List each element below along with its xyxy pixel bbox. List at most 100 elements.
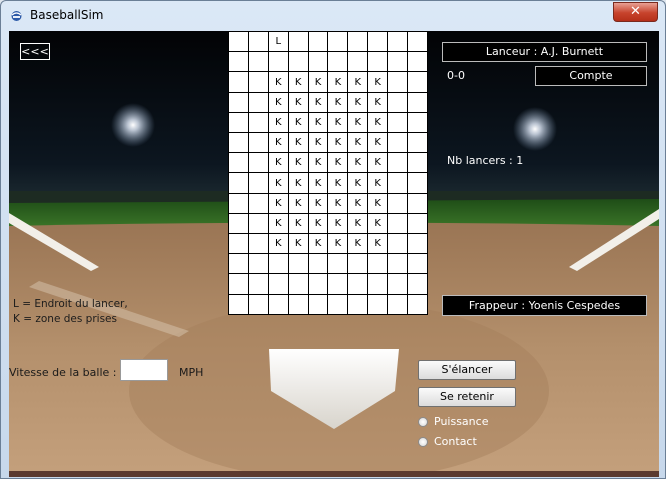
grid-cell[interactable]: K (287, 233, 309, 255)
grid-cell[interactable] (307, 253, 329, 275)
grid-cell[interactable] (407, 253, 428, 275)
grid-cell[interactable] (367, 253, 389, 275)
grid-cell[interactable] (267, 51, 289, 73)
grid-cell[interactable]: K (367, 152, 389, 174)
grid-cell[interactable] (387, 111, 409, 134)
grid-cell[interactable] (228, 51, 249, 73)
grid-cell[interactable] (228, 293, 249, 316)
grid-cell[interactable] (387, 51, 409, 73)
grid-cell[interactable] (247, 293, 269, 316)
radio-power[interactable]: Puissance (418, 415, 488, 428)
grid-cell[interactable]: K (327, 172, 349, 194)
grid-cell[interactable] (387, 192, 409, 214)
grid-cell[interactable]: K (327, 233, 349, 255)
grid-cell[interactable]: K (287, 172, 309, 194)
grid-cell[interactable] (407, 51, 428, 73)
grid-cell[interactable] (287, 253, 309, 275)
grid-cell[interactable]: K (307, 172, 329, 194)
grid-cell[interactable] (307, 31, 329, 53)
grid-cell[interactable] (247, 192, 269, 214)
radio-power-circle[interactable] (418, 416, 428, 427)
grid-cell[interactable]: K (367, 233, 389, 255)
grid-cell[interactable] (407, 273, 428, 295)
grid-cell[interactable] (327, 293, 349, 316)
grid-cell[interactable] (407, 152, 428, 174)
grid-cell[interactable] (387, 293, 409, 316)
grid-cell[interactable]: K (367, 91, 389, 113)
grid-cell[interactable]: K (347, 152, 369, 174)
grid-cell[interactable] (228, 132, 249, 154)
grid-cell[interactable]: K (347, 172, 369, 194)
grid-cell[interactable] (247, 233, 269, 255)
grid-cell[interactable] (267, 273, 289, 295)
grid-cell[interactable] (387, 71, 409, 93)
grid-cell[interactable]: K (347, 71, 369, 93)
grid-cell[interactable] (247, 31, 269, 53)
grid-cell[interactable]: K (347, 192, 369, 214)
grid-cell[interactable] (228, 71, 249, 93)
grid-cell[interactable]: K (307, 152, 329, 174)
grid-cell[interactable]: K (287, 212, 309, 235)
grid-cell[interactable] (387, 233, 409, 255)
grid-cell[interactable] (367, 273, 389, 295)
grid-cell[interactable]: K (287, 71, 309, 93)
speed-input[interactable] (120, 359, 168, 381)
grid-cell[interactable]: K (287, 132, 309, 154)
grid-cell[interactable]: K (367, 172, 389, 194)
grid-cell[interactable] (228, 152, 249, 174)
grid-cell[interactable]: K (287, 152, 309, 174)
grid-cell[interactable] (407, 91, 428, 113)
grid-cell[interactable]: K (367, 132, 389, 154)
grid-cell[interactable]: K (327, 111, 349, 134)
grid-cell[interactable]: K (347, 111, 369, 134)
grid-cell[interactable] (287, 31, 309, 53)
grid-cell[interactable]: K (347, 132, 369, 154)
grid-cell[interactable]: K (267, 172, 289, 194)
strike-zone-grid[interactable]: LKKKKKKKKKKKKKKKKKKKKKKKKKKKKKKKKKKKKKKK… (228, 31, 428, 316)
pitcher-button[interactable]: Lanceur : A.J. Burnett (442, 42, 647, 62)
grid-cell[interactable]: K (367, 212, 389, 235)
grid-cell[interactable]: K (347, 233, 369, 255)
grid-cell[interactable] (247, 253, 269, 275)
grid-cell[interactable]: K (287, 192, 309, 214)
grid-cell[interactable] (247, 91, 269, 113)
grid-cell[interactable] (228, 31, 249, 53)
grid-cell[interactable]: K (327, 152, 349, 174)
grid-cell[interactable]: L (267, 31, 289, 53)
close-button[interactable]: ✕ (613, 2, 658, 22)
grid-cell[interactable] (228, 172, 249, 194)
grid-cell[interactable]: K (307, 212, 329, 235)
grid-cell[interactable] (347, 293, 369, 316)
grid-cell[interactable] (367, 31, 389, 53)
grid-cell[interactable] (247, 212, 269, 235)
grid-cell[interactable]: K (267, 152, 289, 174)
grid-cell[interactable]: K (367, 71, 389, 93)
grid-cell[interactable] (247, 132, 269, 154)
grid-cell[interactable] (347, 31, 369, 53)
grid-cell[interactable] (347, 273, 369, 295)
grid-cell[interactable] (327, 253, 349, 275)
radio-contact[interactable]: Contact (418, 435, 477, 448)
grid-cell[interactable] (287, 51, 309, 73)
grid-cell[interactable] (247, 71, 269, 93)
grid-cell[interactable]: K (267, 71, 289, 93)
grid-cell[interactable] (407, 212, 428, 235)
grid-cell[interactable] (247, 111, 269, 134)
grid-cell[interactable] (407, 233, 428, 255)
grid-cell[interactable]: K (267, 233, 289, 255)
grid-cell[interactable]: K (307, 111, 329, 134)
swing-button[interactable]: S'élancer (418, 360, 516, 380)
grid-cell[interactable]: K (307, 91, 329, 113)
grid-cell[interactable]: K (307, 233, 329, 255)
grid-cell[interactable]: K (367, 192, 389, 214)
grid-cell[interactable] (228, 192, 249, 214)
grid-cell[interactable]: K (327, 192, 349, 214)
grid-cell[interactable]: K (307, 132, 329, 154)
grid-cell[interactable]: K (347, 91, 369, 113)
grid-cell[interactable] (407, 71, 428, 93)
grid-cell[interactable] (307, 273, 329, 295)
grid-cell[interactable] (347, 51, 369, 73)
grid-cell[interactable] (247, 51, 269, 73)
grid-cell[interactable] (387, 31, 409, 53)
grid-cell[interactable]: K (287, 111, 309, 134)
